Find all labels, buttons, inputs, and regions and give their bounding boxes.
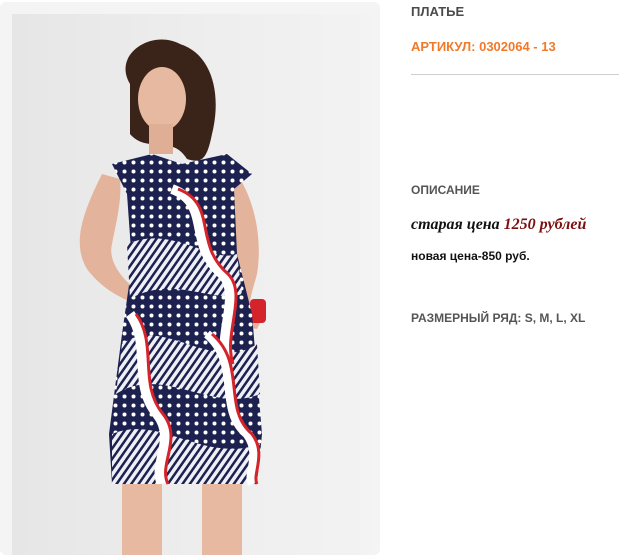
divider (411, 74, 619, 75)
product-title: ПЛАТЬЕ (411, 4, 465, 19)
product-photo-frame (0, 2, 380, 555)
size-range: РАЗМЕРНЫЙ РЯД: S, M, L, XL (411, 311, 586, 325)
old-price: старая цена 1250 рублей (411, 216, 586, 234)
old-price-value: 1250 рублей (503, 216, 587, 233)
dress-model-illustration (79, 39, 266, 555)
product-sku: АРТИКУЛ: 0302064 - 13 (411, 39, 556, 54)
old-price-label: старая цена (411, 216, 500, 233)
new-price: новая цена-850 руб. (411, 249, 530, 263)
description-label: ОПИСАНИЕ (411, 183, 480, 197)
product-photo[interactable] (12, 14, 371, 555)
